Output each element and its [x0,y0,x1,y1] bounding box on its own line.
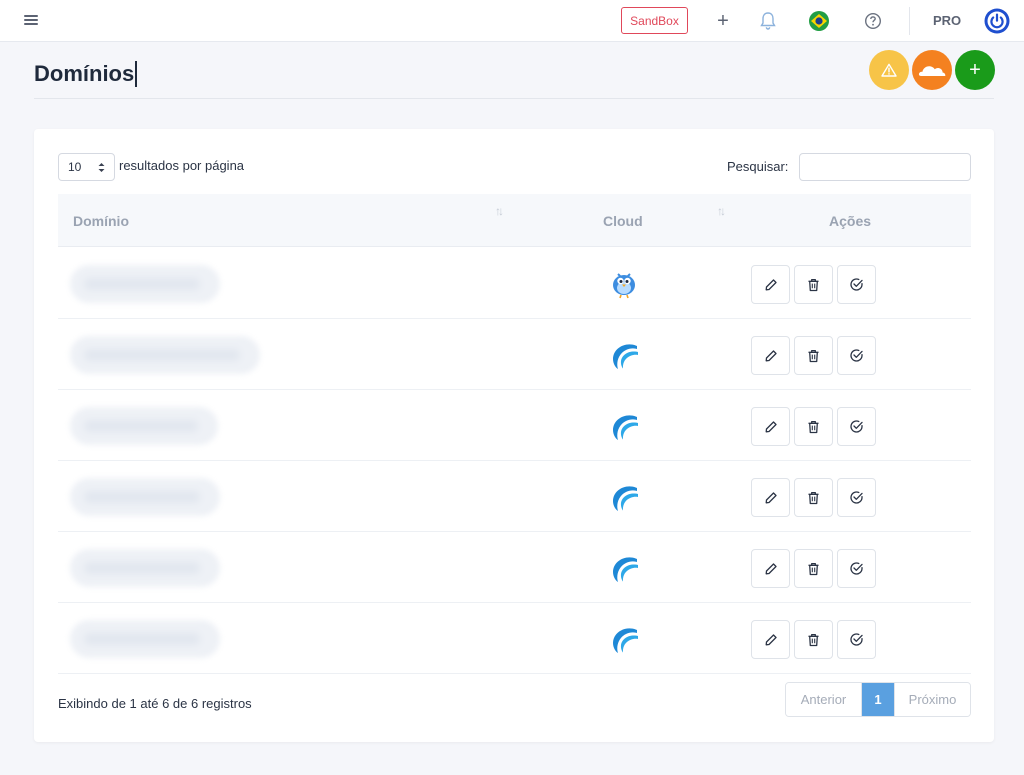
trash-icon [808,420,819,433]
sort-icon[interactable]: ↑↓ [495,204,504,218]
check-circle-icon [850,278,863,291]
table-row [58,532,971,603]
blurred-domain [70,478,220,516]
menu-icon[interactable] [24,14,38,26]
page-length-select[interactable]: 10 [58,153,115,181]
cloudflare-icon [918,66,946,76]
plus-icon: + [969,58,981,81]
trash-icon [808,349,819,362]
pencil-icon [765,349,777,361]
blurred-domain [70,620,220,658]
check-circle-icon [850,491,863,504]
pro-label: PRO [933,13,962,28]
edit-button[interactable] [751,407,790,446]
edit-button[interactable] [751,549,790,588]
warning-button[interactable] [869,50,909,90]
wave-cloud-icon [613,344,638,369]
table-row [58,603,971,674]
edit-button[interactable] [751,620,790,659]
column-header-actions: Ações [829,213,872,229]
blurred-domain [70,549,220,587]
page-length-label: resultados por página [119,158,245,173]
pencil-icon [765,420,777,432]
pencil-icon [765,633,777,645]
verify-button[interactable] [837,265,876,304]
brazil-flag-icon[interactable] [808,10,830,32]
delete-button[interactable] [794,407,833,446]
sandbox-button[interactable]: SandBox [621,7,688,34]
pencil-icon [765,278,777,290]
table-info: Exibindo de 1 até 6 de 6 registros [58,696,252,711]
wave-cloud-icon [613,628,638,653]
add-domain-button[interactable]: + [955,50,995,90]
delete-button[interactable] [794,620,833,659]
pagination-page-1[interactable]: 1 [862,683,894,716]
help-icon[interactable] [862,10,884,32]
bell-icon[interactable] [757,10,779,32]
page-length-value: 10 [68,160,82,174]
trash-icon [808,633,819,646]
search-input[interactable] [799,153,971,181]
verify-button[interactable] [837,407,876,446]
edit-button[interactable] [751,336,790,375]
search-label: Pesquisar: [727,159,789,174]
table-row [58,248,971,319]
pagination: Anterior 1 Próximo [785,682,971,717]
blurred-domain [70,336,260,374]
bird-cloud-icon [613,273,635,299]
page-title: Domínios [34,60,137,87]
table-row [58,461,971,532]
check-circle-icon [850,562,863,575]
pencil-icon [765,562,777,574]
pagination-previous[interactable]: Anterior [786,683,862,716]
plus-icon[interactable]: + [712,10,734,32]
delete-button[interactable] [794,336,833,375]
pencil-icon [765,491,777,503]
wave-cloud-icon [613,557,638,582]
text-caret [135,60,137,87]
sort-icon[interactable]: ↑↓ [717,204,726,218]
domains-card: 10 resultados por página Pesquisar: Domí… [34,129,994,742]
check-circle-icon [850,633,863,646]
column-header-cloud[interactable]: Cloud [603,213,643,229]
cloudflare-button[interactable] [912,50,952,90]
title-divider [34,98,994,99]
table-row [58,319,971,390]
wave-cloud-icon [613,486,638,511]
check-circle-icon [850,420,863,433]
top-bar: SandBox + PRO [0,0,1024,42]
power-icon[interactable] [984,8,1010,34]
edit-button[interactable] [751,478,790,517]
verify-button[interactable] [837,620,876,659]
divider [909,7,910,35]
pagination-next[interactable]: Próximo [894,683,970,716]
trash-icon [808,278,819,291]
verify-button[interactable] [837,336,876,375]
blurred-domain [70,265,220,303]
page-title-text: Domínios [34,61,135,86]
check-circle-icon [850,349,863,362]
column-header-domain[interactable]: Domínio [73,213,129,229]
delete-button[interactable] [794,265,833,304]
select-arrows-icon [98,163,105,172]
trash-icon [808,562,819,575]
verify-button[interactable] [837,549,876,588]
blurred-domain [70,407,218,445]
edit-button[interactable] [751,265,790,304]
delete-button[interactable] [794,549,833,588]
table-row [58,390,971,461]
trash-icon [808,491,819,504]
wave-cloud-icon [613,415,638,440]
warning-icon [881,63,897,77]
verify-button[interactable] [837,478,876,517]
table-header: Domínio ↑↓ Cloud ↑↓ Ações [58,194,971,247]
delete-button[interactable] [794,478,833,517]
